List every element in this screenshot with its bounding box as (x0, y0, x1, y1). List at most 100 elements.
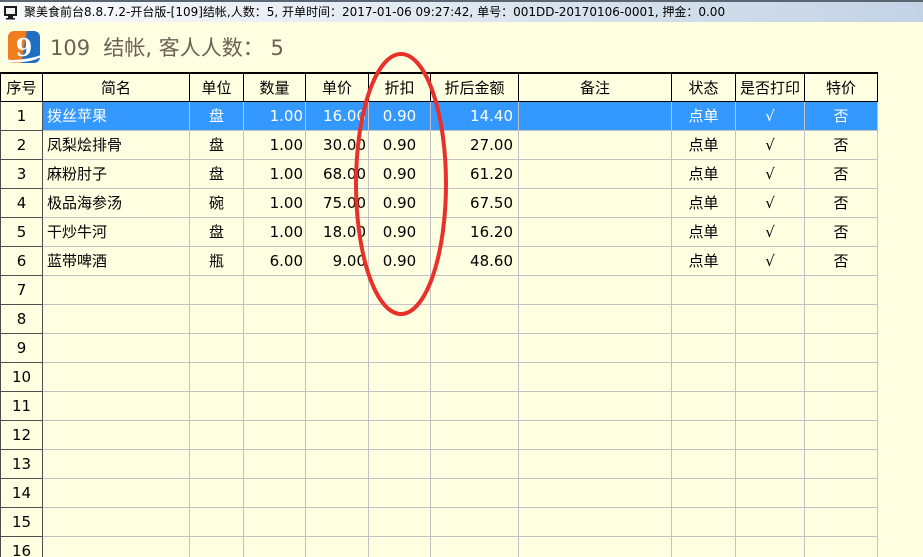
app-window-icon[interactable] (3, 5, 20, 20)
cell-name (43, 304, 190, 333)
cell-special (805, 449, 878, 478)
cell-seq[interactable]: 5 (1, 217, 43, 246)
cell-printed: √ (736, 217, 805, 246)
table-row[interactable]: 8 (1, 304, 878, 333)
cell-special (805, 304, 878, 333)
cell-seq[interactable]: 14 (1, 478, 43, 507)
column-header-printed: 是否打印 (736, 73, 805, 101)
cell-price: 18.00 (306, 217, 369, 246)
cell-seq[interactable]: 11 (1, 391, 43, 420)
table-row[interactable]: 4极品海参汤碗1.0075.000.9067.50点单√否 (1, 188, 878, 217)
table-row[interactable]: 11 (1, 391, 878, 420)
cell-seq[interactable]: 4 (1, 188, 43, 217)
cell-unit (190, 333, 244, 362)
table-row[interactable]: 10 (1, 362, 878, 391)
cell-printed (736, 275, 805, 304)
table-row[interactable]: 5干炒牛河盘1.0018.000.9016.20点单√否 (1, 217, 878, 246)
cell-seq[interactable]: 15 (1, 507, 43, 536)
cell-printed: √ (736, 130, 805, 159)
table-row[interactable]: 6蓝带啤酒瓶6.009.000.9048.60点单√否 (1, 246, 878, 275)
cell-amount (431, 449, 519, 478)
window-titlebar[interactable]: 聚美食前台8.8.7.2-开台版-[109]结帐,人数：5, 开单时间：2017… (0, 0, 923, 22)
cell-note (519, 362, 672, 391)
cell-special (805, 333, 878, 362)
cell-note (519, 130, 672, 159)
cell-seq[interactable]: 16 (1, 536, 43, 557)
cell-seq[interactable]: 2 (1, 130, 43, 159)
cell-status (672, 275, 736, 304)
cell-name (43, 275, 190, 304)
cell-price (306, 507, 369, 536)
cell-note (519, 333, 672, 362)
cell-printed: √ (736, 159, 805, 188)
cell-printed (736, 420, 805, 449)
cell-price: 30.00 (306, 130, 369, 159)
cell-amount (431, 391, 519, 420)
cell-discount: 0.90 (369, 130, 431, 159)
cell-status: 点单 (672, 101, 736, 130)
cell-amount: 14.40 (431, 101, 519, 130)
table-row[interactable]: 1拨丝苹果盘1.0016.000.9014.40点单√否 (1, 101, 878, 130)
column-header-amount: 折后金额 (431, 73, 519, 101)
cell-seq[interactable]: 10 (1, 362, 43, 391)
cell-seq[interactable]: 1 (1, 101, 43, 130)
cell-printed (736, 449, 805, 478)
cell-name: 极品海参汤 (43, 188, 190, 217)
cell-seq[interactable]: 7 (1, 275, 43, 304)
column-header-special: 特价 (805, 73, 878, 101)
column-header-qty: 数量 (244, 73, 306, 101)
cell-qty (244, 391, 306, 420)
table-row[interactable]: 2凤梨烩排骨盘1.0030.000.9027.00点单√否 (1, 130, 878, 159)
cell-price: 9.00 (306, 246, 369, 275)
cell-discount (369, 507, 431, 536)
table-row[interactable]: 9 (1, 333, 878, 362)
cell-seq[interactable]: 9 (1, 333, 43, 362)
cell-note (519, 420, 672, 449)
cell-special: 否 (805, 101, 878, 130)
column-header-discount: 折扣 (369, 73, 431, 101)
cell-note (519, 217, 672, 246)
cell-qty: 1.00 (244, 130, 306, 159)
cell-discount (369, 478, 431, 507)
cell-status (672, 507, 736, 536)
cell-price (306, 391, 369, 420)
cell-qty: 6.00 (244, 246, 306, 275)
cell-name (43, 536, 190, 557)
cell-price (306, 478, 369, 507)
cell-note (519, 101, 672, 130)
cell-special (805, 507, 878, 536)
cell-note (519, 304, 672, 333)
cell-status: 点单 (672, 130, 736, 159)
cell-name (43, 420, 190, 449)
cell-amount (431, 275, 519, 304)
cell-name (43, 478, 190, 507)
table-row[interactable]: 3麻粉肘子盘1.0068.000.9061.20点单√否 (1, 159, 878, 188)
cell-discount (369, 304, 431, 333)
cell-unit (190, 391, 244, 420)
cell-amount (431, 536, 519, 557)
cell-price (306, 304, 369, 333)
cell-seq[interactable]: 6 (1, 246, 43, 275)
cell-special: 否 (805, 130, 878, 159)
cell-printed (736, 362, 805, 391)
cell-note (519, 507, 672, 536)
table-row[interactable]: 12 (1, 420, 878, 449)
table-row[interactable]: 7 (1, 275, 878, 304)
cell-special (805, 275, 878, 304)
table-row[interactable]: 16 (1, 536, 878, 557)
table-row[interactable]: 15 (1, 507, 878, 536)
cell-unit (190, 420, 244, 449)
cell-seq[interactable]: 8 (1, 304, 43, 333)
cell-seq[interactable]: 13 (1, 449, 43, 478)
cell-price (306, 536, 369, 557)
table-row[interactable]: 14 (1, 478, 878, 507)
cell-seq[interactable]: 3 (1, 159, 43, 188)
cell-amount: 61.20 (431, 159, 519, 188)
cell-discount (369, 362, 431, 391)
cell-amount: 67.50 (431, 188, 519, 217)
cell-seq[interactable]: 12 (1, 420, 43, 449)
table-row[interactable]: 13 (1, 449, 878, 478)
cell-amount: 48.60 (431, 246, 519, 275)
cell-unit (190, 536, 244, 557)
cell-name (43, 391, 190, 420)
